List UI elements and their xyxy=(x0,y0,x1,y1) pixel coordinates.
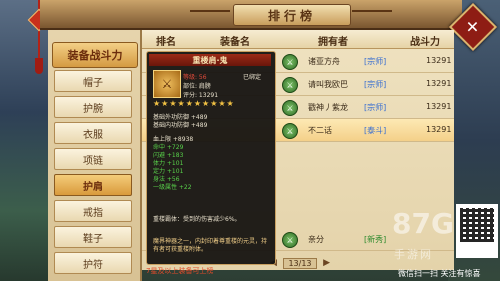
close-icon: ✕ xyxy=(466,17,480,37)
tooltip-item-title: 重楼肩·鬼 xyxy=(149,54,271,66)
item-level: 等级: 56 xyxy=(183,74,207,81)
owner-rank: [宗师] xyxy=(364,103,387,112)
player-badge-icon: ⚔ xyxy=(282,232,298,248)
header-power: 战斗力 xyxy=(410,37,440,48)
sidebar-item-shoes[interactable]: 鞋子 xyxy=(54,226,132,248)
sidebar-item-necklace[interactable]: 项链 xyxy=(54,148,132,170)
sidebar-item-hat[interactable]: 帽子 xyxy=(54,70,132,92)
power-value: 13291 xyxy=(426,102,452,111)
title-bar: 排行榜 xyxy=(40,0,462,30)
power-value: 13291 xyxy=(426,79,452,88)
sidebar-item-clothes[interactable]: 衣服 xyxy=(54,122,132,144)
owner-name: 不二话 xyxy=(308,126,332,135)
stat-line: 基础内功防御 +489 xyxy=(153,122,208,129)
sidebar-item-shoulder[interactable]: 护肩 xyxy=(54,174,132,196)
item-tooltip: 重楼肩·鬼 ⚔ 已绑定 等级: 56 部位: 肩膀 评分: 13291 ★★★★… xyxy=(146,51,276,265)
page-indicator: 13/13 xyxy=(283,257,317,269)
player-badge-icon: ⚔ xyxy=(282,54,298,70)
bound-status: 已绑定 xyxy=(243,74,262,81)
header-owner: 拥有者 xyxy=(318,37,348,48)
watermark-subtitle: 手游网 xyxy=(394,248,433,261)
owner-rank: [宗师] xyxy=(364,80,387,89)
player-badge-icon: ⚔ xyxy=(282,123,298,139)
owner-name: 请叫我欧巴 xyxy=(308,80,348,89)
chinese-knot-decoration xyxy=(27,0,51,281)
owner-rank: [泰斗] xyxy=(364,126,387,135)
set-effect-text: 重楼霸体：受到的伤害减少6%。 xyxy=(153,216,241,223)
owner-rank: [宗师] xyxy=(364,57,387,66)
stat-line: 一级属性 +22 xyxy=(153,184,192,191)
header-rank: 排名 xyxy=(156,37,176,48)
owner-name: 诸亚方舟 xyxy=(308,57,340,66)
category-sidebar: 装备战斗力 帽子 护腕 衣服 项链 护肩 戒指 鞋子 护符 xyxy=(48,30,142,281)
player-badge-icon: ⚔ xyxy=(282,100,298,116)
shoulder-armor-icon: ⚔ xyxy=(153,70,181,98)
ranking-rule-note: 7星及以上装备可上榜 xyxy=(146,267,214,275)
owner-name: 亲分 xyxy=(308,235,324,244)
sidebar-category-equipment-power[interactable]: 装备战斗力 xyxy=(52,42,138,68)
pagination: ◀ 13/13 ▶ xyxy=(270,256,330,270)
owner-rank: [新秀] xyxy=(364,235,387,244)
power-value: 13291 xyxy=(426,56,452,65)
sidebar-item-amulet[interactable]: 护符 xyxy=(54,252,132,274)
watermark-scan-text: 微信扫一扫 关注有惊喜 xyxy=(398,269,481,278)
title-deco-right xyxy=(352,10,392,12)
star-rating-icon: ★★★★★★★★★★ xyxy=(153,99,235,108)
page-title: 排行榜 xyxy=(233,4,351,26)
qr-code-icon xyxy=(456,204,498,258)
sidebar-item-ring[interactable]: 戒指 xyxy=(54,200,132,222)
header-equipment: 装备名 xyxy=(220,37,250,48)
player-badge-icon: ⚔ xyxy=(282,77,298,93)
title-deco-left xyxy=(190,10,230,12)
item-slot: 部位: 肩膀 xyxy=(183,83,211,90)
next-page-button[interactable]: ▶ xyxy=(323,258,330,268)
sidebar-item-bracer[interactable]: 护腕 xyxy=(54,96,132,118)
item-lore-text: 魔界神器之一，内封印着尊重楼的元灵，持有者可获重楼附体。 xyxy=(153,238,268,253)
table-header: 排名 装备名 拥有者 战斗力 xyxy=(142,30,454,49)
owner-name: 戳神丿紫龙 xyxy=(308,103,348,112)
item-score: 评分: 13291 xyxy=(183,92,219,99)
power-value: 13291 xyxy=(426,125,452,134)
